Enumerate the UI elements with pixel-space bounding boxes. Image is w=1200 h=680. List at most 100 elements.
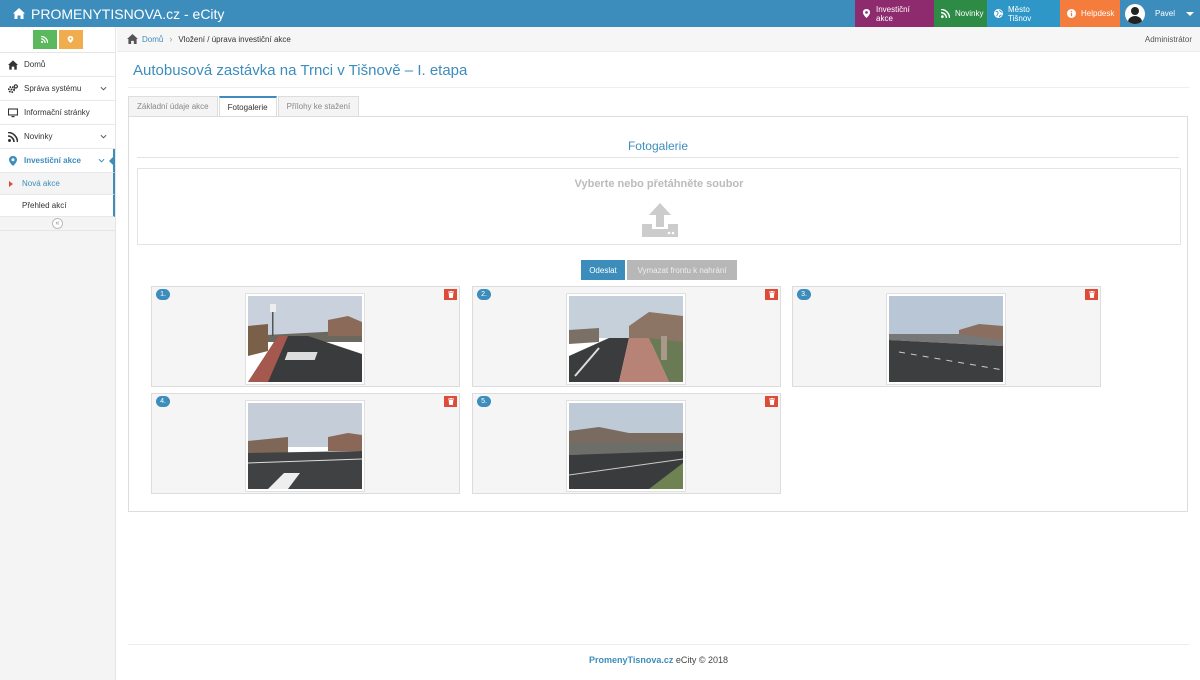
footer-link[interactable]: PromenyTisnova.cz: [589, 655, 673, 665]
cogs-icon: [8, 83, 19, 94]
sidebar-item-label: Domů: [24, 60, 46, 69]
home-icon: [13, 8, 25, 19]
breadcrumb-current: Vložení / úprava investiční akce: [178, 34, 291, 44]
photo-thumbnail[interactable]: [886, 293, 1006, 385]
quick-rss-button[interactable]: [32, 30, 57, 49]
sidebar-subitem-prehled-akci[interactable]: Přehled akcí: [0, 195, 115, 217]
delete-photo-button[interactable]: [444, 289, 457, 300]
sidebar-item-label: Informační stránky: [24, 108, 90, 117]
footer: PromenyTisnova.cz eCity © 2018: [117, 655, 1200, 665]
photo-image: [889, 296, 1003, 382]
trash-icon: [447, 398, 454, 405]
chevron-down-icon: [98, 158, 105, 163]
nav-novinky[interactable]: Novinky: [934, 0, 987, 27]
brand-title: PROMENYTISNOVA.cz - eCity: [31, 5, 225, 22]
photo-thumbnail[interactable]: [566, 293, 686, 385]
sidebar-item-informacni-stranky[interactable]: Informační stránky: [0, 101, 115, 125]
nav-mesto-tisnov[interactable]: Město Tišnov: [987, 0, 1060, 27]
brand-logo-link[interactable]: PROMENYTISNOVA.cz - eCity: [0, 0, 855, 27]
trash-icon: [768, 398, 775, 405]
gallery-title: Fotogalerie: [627, 139, 689, 153]
breadcrumb-separator: ›: [169, 34, 173, 44]
nav-helpdesk-label: Helpdesk: [1081, 9, 1115, 18]
photo-number-badge: 4.: [156, 396, 170, 407]
footer-divider: [128, 644, 1189, 645]
nav-helpdesk[interactable]: Helpdesk: [1060, 0, 1120, 27]
file-dropzone[interactable]: Vyberte nebo přetáhněte soubor: [137, 168, 1181, 245]
title-divider: [128, 87, 1189, 88]
photo-thumbnail[interactable]: [566, 400, 686, 492]
photo-thumbnail[interactable]: [245, 293, 365, 385]
user-menu[interactable]: Pavel: [1120, 0, 1200, 27]
home-icon: [8, 59, 19, 70]
nav-novinky-label: Novinky: [955, 9, 984, 18]
photo-card: 5.: [472, 393, 781, 494]
sidebar-item-sprava-systemu[interactable]: Správa systému: [0, 77, 115, 101]
photo-card: 3.: [792, 286, 1101, 387]
sidebar-item-label: Novinky: [24, 132, 53, 141]
monitor-icon: [8, 107, 19, 118]
dropzone-text: Vyberte nebo přetáhněte soubor: [574, 178, 744, 190]
photo-card: 4.: [151, 393, 460, 494]
sidebar-item-label: Investiční akce: [24, 156, 81, 165]
info-icon: [1067, 9, 1076, 18]
sidebar-quick-buttons: [0, 27, 115, 53]
top-navbar: PROMENYTISNOVA.cz - eCity Investiční akc…: [0, 0, 1200, 27]
photo-image: [569, 403, 683, 489]
photo-card: 1.: [151, 286, 460, 387]
photo-number-badge: 2.: [477, 289, 491, 300]
top-nav-menu: Investiční akce Novinky Město Tišnov Hel…: [855, 0, 1200, 27]
trash-icon: [768, 291, 775, 298]
nav-investicni-akce-label: Investiční akce: [876, 4, 910, 23]
rss-icon: [41, 36, 48, 43]
tab-zakladni-udaje[interactable]: Základní údaje akce: [128, 96, 218, 116]
user-name: Pavel: [1155, 9, 1176, 18]
sidebar-item-domu[interactable]: Domů: [0, 53, 115, 77]
sidebar-subitem-label: Přehled akcí: [22, 201, 67, 210]
breadcrumb: Domů › Vložení / úprava investiční akce …: [117, 27, 1200, 52]
sidebar-collapse-row: «: [0, 217, 115, 231]
rss-icon: [941, 9, 950, 18]
trash-icon: [447, 291, 454, 298]
footer-text: eCity © 2018: [673, 655, 729, 665]
photo-image: [569, 296, 683, 382]
clear-queue-button[interactable]: Vymazat frontu k nahrání: [627, 260, 737, 280]
sidebar: Domů Správa systému Informační stránky N…: [0, 27, 116, 680]
map-marker-icon: [862, 9, 871, 18]
nav-investicni-akce[interactable]: Investiční akce: [855, 0, 934, 27]
trash-icon: [1088, 291, 1095, 298]
main-content: Domů › Vložení / úprava investiční akce …: [117, 27, 1200, 680]
sidebar-item-novinky[interactable]: Novinky: [0, 125, 115, 149]
send-button[interactable]: Odeslat: [581, 260, 625, 280]
photo-image: [248, 296, 362, 382]
photo-image: [248, 403, 362, 489]
sidebar-subitem-label: Nová akce: [22, 179, 60, 188]
delete-photo-button[interactable]: [444, 396, 457, 407]
photo-thumbnail[interactable]: [245, 400, 365, 492]
photo-number-badge: 5.: [477, 396, 491, 407]
user-role-label: Administrátor: [1144, 35, 1192, 44]
sidebar-item-investicni-akce[interactable]: Investiční akce: [0, 149, 115, 173]
caret-down-icon: [1186, 11, 1195, 16]
sidebar-collapse-button[interactable]: «: [52, 218, 63, 229]
rss-icon: [8, 131, 19, 142]
delete-photo-button[interactable]: [765, 289, 778, 300]
quick-map-marker-button[interactable]: [58, 30, 83, 49]
breadcrumb-home-link[interactable]: Domů: [142, 35, 163, 44]
user-avatar: [1125, 3, 1145, 24]
tab-fotogalerie[interactable]: Fotogalerie: [218, 96, 277, 117]
gallery-divider: [137, 157, 1179, 158]
sidebar-subitem-nova-akce[interactable]: Nová akce: [0, 173, 115, 195]
tabs: Základní údaje akce Fotogalerie Přílohy …: [128, 96, 360, 117]
map-marker-icon: [67, 36, 74, 43]
delete-photo-button[interactable]: [765, 396, 778, 407]
tab-prilohy[interactable]: Přílohy ke stažení: [277, 96, 360, 116]
tab-panel-fotogalerie: Fotogalerie Vyberte nebo přetáhněte soub…: [128, 116, 1188, 512]
home-icon: [127, 34, 138, 44]
sidebar-item-label: Správa systému: [24, 84, 82, 93]
map-marker-icon: [8, 155, 19, 166]
photo-card: 2.: [472, 286, 781, 387]
page-title: Autobusová zastávka na Trnci v Tišnově –…: [133, 62, 468, 79]
delete-photo-button[interactable]: [1085, 289, 1098, 300]
chevron-down-icon: [100, 86, 107, 91]
